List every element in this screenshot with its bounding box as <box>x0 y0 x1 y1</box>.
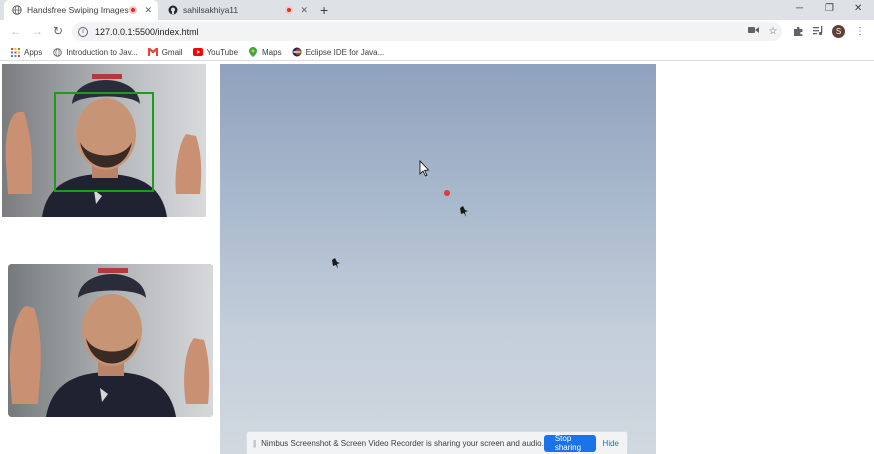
media-queue-icon[interactable] <box>812 26 824 38</box>
webcam-feed-raw <box>8 264 213 417</box>
share-message: Nimbus Screenshot & Screen Video Recorde… <box>261 438 544 448</box>
recording-icon <box>129 6 138 14</box>
apps-grid-icon <box>10 47 20 57</box>
site-info-icon[interactable]: i <box>78 26 88 37</box>
bookmark-youtube[interactable]: YouTube <box>192 47 239 57</box>
address-bar[interactable]: i 127.0.0.1:5500/index.html <box>72 22 782 41</box>
globe-icon <box>52 47 62 57</box>
tab-title: Handsfree Swiping Images <box>27 5 129 15</box>
bookmark-label: Apps <box>24 47 43 57</box>
extensions-puzzle-icon[interactable] <box>792 26 804 38</box>
bookmark-label: Introduction to Jav... <box>66 47 138 57</box>
mouse-pointer-icon <box>419 159 430 177</box>
close-tab-icon[interactable]: ✕ <box>144 5 152 16</box>
bookmark-label: Maps <box>262 47 282 57</box>
drag-handle-icon[interactable]: || <box>253 439 256 448</box>
bookmark-maps[interactable]: Maps <box>248 47 282 57</box>
screen-share-bar: || Nimbus Screenshot & Screen Video Reco… <box>246 431 628 454</box>
tab-title: sahilsakhiya11 <box>183 5 239 15</box>
profile-avatar[interactable]: S <box>832 25 845 38</box>
github-icon <box>168 5 178 15</box>
youtube-icon <box>192 47 203 57</box>
window-close-button[interactable]: ✕ <box>854 2 862 16</box>
bookmark-star-icon[interactable]: ☆ <box>767 26 779 38</box>
bookmark-label: Eclipse IDE for Java... <box>305 47 385 57</box>
bookmarks-bar: Apps Introduction to Jav... Gmail YouTub… <box>0 44 874 61</box>
eclipse-icon <box>292 47 302 57</box>
reload-icon[interactable]: ↻ <box>51 24 65 38</box>
bird-silhouette <box>332 258 340 269</box>
bookmark-eclipse-ide[interactable]: Eclipse IDE for Java... <box>292 47 385 57</box>
browser-toolbar: ← → ↻ i 127.0.0.1:5500/index.html ☆ S ⋮ <box>0 20 874 44</box>
minimize-button[interactable]: ─ <box>796 2 803 16</box>
gmail-icon <box>147 47 158 57</box>
maps-pin-icon <box>248 47 258 57</box>
bookmark-introduction-to-java[interactable]: Introduction to Jav... <box>52 47 138 57</box>
hide-button[interactable]: Hide <box>603 439 619 448</box>
tab-handsfree-swiping[interactable]: Handsfree Swiping Images ✕ <box>4 0 158 20</box>
globe-icon <box>12 5 22 15</box>
bookmark-label: YouTube <box>206 47 239 57</box>
menu-more-icon[interactable]: ⋮ <box>854 26 866 38</box>
back-arrow-icon[interactable]: ← <box>9 24 23 38</box>
stop-sharing-button[interactable]: Stop sharing <box>543 434 596 452</box>
close-tab-icon[interactable]: ✕ <box>300 5 308 16</box>
tab-strip: Handsfree Swiping Images ✕ sahilsakhiya1… <box>0 0 874 20</box>
face-detection-box <box>54 92 154 192</box>
restore-button[interactable]: ❐ <box>825 2 834 16</box>
tab-sahilsakhiya[interactable]: sahilsakhiya11 ✕ <box>160 0 314 20</box>
webcam-feed-detection <box>2 64 206 217</box>
swipe-image-sky <box>220 64 656 454</box>
bookmark-label: Gmail <box>161 47 183 57</box>
bookmark-apps[interactable]: Apps <box>10 47 42 57</box>
new-tab-button[interactable]: + <box>320 2 328 18</box>
page-content: || Nimbus Screenshot & Screen Video Reco… <box>0 62 874 454</box>
url-text: 127.0.0.1:5500/index.html <box>95 26 199 37</box>
camera-icon[interactable] <box>747 26 759 38</box>
recording-icon <box>285 6 294 14</box>
forward-arrow-icon[interactable]: → <box>30 24 44 38</box>
bird-silhouette <box>460 206 468 217</box>
bookmark-gmail[interactable]: Gmail <box>147 47 183 57</box>
tracking-cursor-dot <box>444 190 450 196</box>
